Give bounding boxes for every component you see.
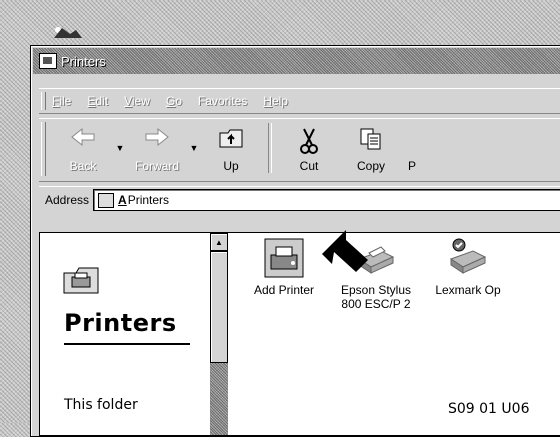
- menu-file[interactable]: File: [52, 94, 71, 108]
- address-field[interactable]: A Printers: [93, 189, 560, 211]
- scissors-icon: [300, 128, 318, 154]
- copy-icon: [360, 128, 381, 150]
- figure-caption: S09 01 U06: [448, 401, 530, 417]
- copy-button[interactable]: Copy: [340, 119, 402, 177]
- back-dropdown-button[interactable]: ▼: [114, 119, 126, 177]
- up-button[interactable]: Up: [200, 119, 262, 177]
- toolbar-separator: [268, 123, 272, 173]
- forward-dropdown-button[interactable]: ▼: [188, 119, 200, 177]
- menubar-grip[interactable]: [41, 92, 46, 110]
- standard-toolbar: Back ▼ Forward ▼ Up Cut Copy P: [39, 118, 560, 182]
- printers-window: Printers File Edit View Go Favorites Hel…: [30, 45, 560, 437]
- add-printer-item[interactable]: Add Printer: [240, 237, 328, 297]
- lexmark-printer-item[interactable]: Lexmark Op: [424, 237, 512, 297]
- back-arrow-icon: [71, 127, 95, 147]
- menu-favorites[interactable]: Favorites: [198, 94, 247, 108]
- window-title: Printers: [61, 53, 106, 69]
- add-printer-icon: [264, 238, 304, 278]
- printers-folder-small-icon: [98, 192, 115, 208]
- up-folder-icon: [219, 129, 243, 148]
- menu-help[interactable]: Help: [263, 94, 288, 108]
- scroll-thumb[interactable]: [210, 251, 228, 363]
- menu-edit[interactable]: Edit: [87, 94, 108, 108]
- menu-bar: File Edit View Go Favorites Help: [39, 88, 560, 114]
- pane-heading: Printers: [64, 309, 177, 337]
- paste-button[interactable]: P: [402, 119, 422, 177]
- forward-button[interactable]: Forward: [126, 119, 188, 177]
- callout-arrow-icon: [322, 230, 368, 272]
- printers-text-icon: A: [118, 193, 127, 207]
- web-view-pane: Printers This folder: [40, 233, 210, 435]
- toolbar-grip[interactable]: [41, 122, 46, 176]
- address-bar: Address A Printers: [39, 186, 560, 213]
- heading-rule: [64, 343, 190, 345]
- scroll-up-button[interactable]: ▲: [210, 233, 228, 251]
- cut-button[interactable]: Cut: [278, 119, 340, 177]
- printer-default-icon: [449, 238, 487, 274]
- vertical-scrollbar[interactable]: ▲: [210, 233, 228, 435]
- printer-folder-large-icon: [63, 267, 99, 294]
- title-bar[interactable]: Printers: [33, 48, 560, 74]
- menu-view[interactable]: View: [124, 94, 150, 108]
- desktop-shortcut-icon: [54, 27, 82, 38]
- back-button[interactable]: Back: [52, 119, 114, 177]
- address-value: Printers: [127, 193, 170, 207]
- pane-description: This folder: [64, 397, 138, 413]
- menu-go[interactable]: Go: [166, 94, 182, 108]
- forward-arrow-icon: [145, 127, 169, 147]
- printers-folder-icon: [39, 53, 57, 69]
- address-label: Address: [45, 193, 90, 207]
